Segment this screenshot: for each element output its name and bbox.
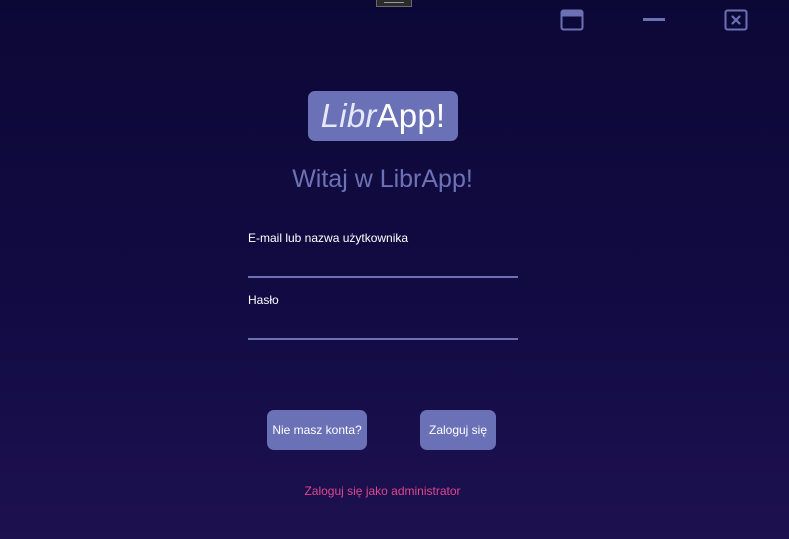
- app-logo: Libr App!: [308, 91, 458, 141]
- logo-text-light: Libr: [320, 97, 377, 134]
- password-label: Hasło: [248, 293, 279, 307]
- login-button[interactable]: Zaloguj się: [420, 410, 496, 450]
- welcome-heading: Witaj w LibrApp!: [292, 165, 473, 193]
- close-button[interactable]: [723, 8, 749, 32]
- maximize-button[interactable]: [559, 8, 585, 32]
- register-button[interactable]: Nie masz konta?: [267, 410, 367, 450]
- admin-login-link[interactable]: Zaloguj się jako administrator: [0, 484, 765, 498]
- email-field[interactable]: [248, 254, 518, 278]
- email-label: E-mail lub nazwa użytkownika: [248, 231, 409, 245]
- drag-handle-icon[interactable]: [376, 0, 412, 7]
- close-icon: [724, 9, 748, 31]
- minimize-button[interactable]: [641, 8, 667, 32]
- minimize-icon: [643, 18, 665, 21]
- logo-text-bold: App!: [376, 97, 446, 134]
- maximize-icon: [560, 9, 584, 31]
- password-field[interactable]: [248, 316, 518, 340]
